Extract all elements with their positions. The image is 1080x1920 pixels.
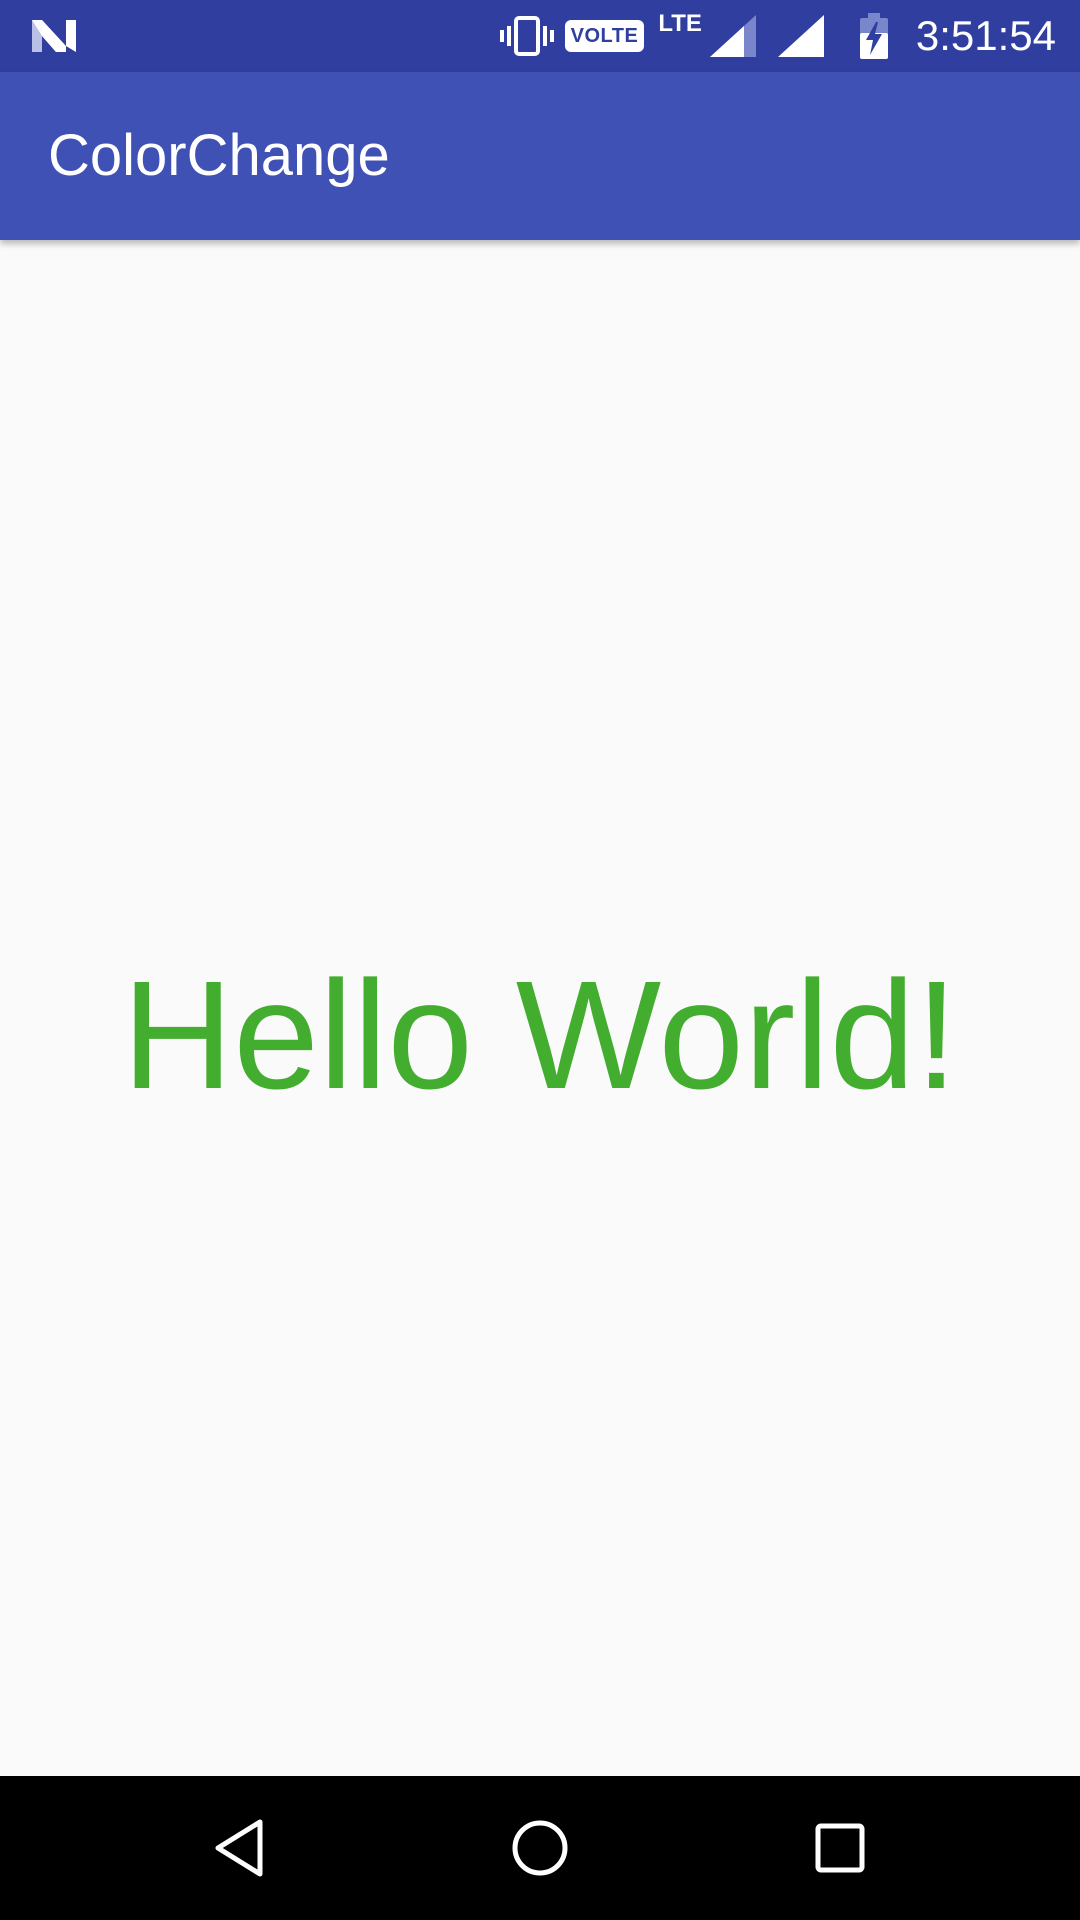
battery-charging-icon: [859, 13, 888, 59]
home-icon: [512, 1820, 568, 1876]
app-title: ColorChange: [48, 123, 390, 188]
main-content: Hello World!: [0, 240, 1080, 1776]
home-button[interactable]: [498, 1806, 582, 1890]
network-type-label: LTE: [658, 10, 702, 37]
back-button[interactable]: [198, 1806, 282, 1890]
screen: VOLTE LTE 3:51:54 ColorChange Hello Worl…: [0, 0, 1080, 1920]
navigation-bar: [0, 1776, 1080, 1920]
hello-world-text: Hello World!: [122, 949, 958, 1121]
volte-badge: VOLTE: [564, 20, 645, 52]
signal-icon: [777, 15, 824, 57]
signal-icon: [709, 15, 756, 57]
status-icons: VOLTE LTE 3:51:54: [499, 0, 1056, 72]
app-bar: ColorChange: [0, 72, 1080, 240]
back-icon: [215, 1819, 263, 1877]
n-logo-icon: [32, 20, 76, 52]
vibrate-icon: [499, 16, 555, 56]
recents-icon: [815, 1823, 865, 1873]
recents-button[interactable]: [798, 1806, 882, 1890]
status-clock: 3:51:54: [915, 12, 1056, 59]
status-bar: VOLTE LTE 3:51:54: [0, 0, 1080, 72]
